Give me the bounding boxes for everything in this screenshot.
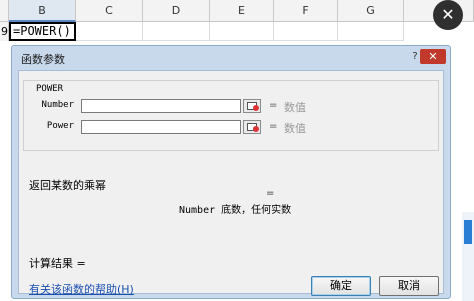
active-cell[interactable]: =POWER() — [9, 22, 76, 41]
number-equals: = — [269, 100, 278, 111]
number-input[interactable] — [81, 99, 241, 113]
power-hint: 数值 — [284, 122, 306, 135]
power-label: Power — [46, 121, 74, 131]
function-description: 返回某数的乘幂 — [29, 179, 106, 192]
cell[interactable] — [274, 22, 338, 41]
cancel-button[interactable]: 取消 — [379, 276, 439, 296]
number-ref-button[interactable] — [243, 99, 261, 113]
column-header-c[interactable]: C — [76, 0, 143, 22]
argument-description: Number 底数，任何实数 — [179, 201, 291, 216]
column-header-g[interactable]: G — [338, 0, 404, 22]
power-equals: = — [269, 121, 278, 132]
column-header-f[interactable]: F — [274, 0, 338, 22]
corner-header[interactable] — [0, 0, 9, 22]
side-panel-icon — [464, 220, 472, 244]
dialog-close-button[interactable]: ✕ — [420, 49, 446, 64]
number-hint: 数值 — [284, 101, 306, 114]
cell[interactable] — [143, 22, 210, 41]
dialog-body: POWER Number = 数值 Power = 数值 = 返回某数的乘幂 N… — [18, 70, 444, 297]
calc-result-label: 计算结果 = — [29, 257, 86, 270]
formula-result-equals: = — [266, 188, 275, 199]
power-ref-button[interactable] — [243, 120, 261, 134]
dialog-titlebar[interactable]: 函数参数 ? ✕ — [12, 46, 450, 70]
column-header-e[interactable]: E — [210, 0, 274, 22]
ok-button[interactable]: 确定 — [311, 276, 371, 296]
column-header-b[interactable]: B — [9, 0, 76, 22]
argument-description-text: 底数，任何实数 — [221, 205, 292, 216]
dialog-title: 函数参数 — [21, 53, 65, 66]
argument-description-name: Number — [179, 205, 216, 216]
function-name: POWER — [34, 84, 66, 94]
row-header[interactable]: 9 — [0, 22, 9, 41]
arguments-group: POWER Number = 数值 Power = 数值 — [23, 80, 439, 151]
arrow-icon — [253, 126, 259, 132]
cell[interactable] — [76, 22, 143, 41]
number-label: Number — [41, 100, 74, 110]
function-arguments-dialog: 函数参数 ? ✕ POWER Number = 数值 Power = 数值 = … — [11, 45, 451, 299]
arrow-icon — [253, 105, 259, 111]
cell[interactable] — [210, 22, 274, 41]
side-panel — [462, 212, 474, 301]
overlay-close-button[interactable]: ✕ — [433, 0, 463, 30]
function-help-link[interactable]: 有关该函数的帮助(H) — [29, 281, 134, 297]
power-input[interactable] — [81, 120, 241, 134]
column-header-d[interactable]: D — [143, 0, 210, 22]
cell[interactable] — [338, 22, 404, 41]
